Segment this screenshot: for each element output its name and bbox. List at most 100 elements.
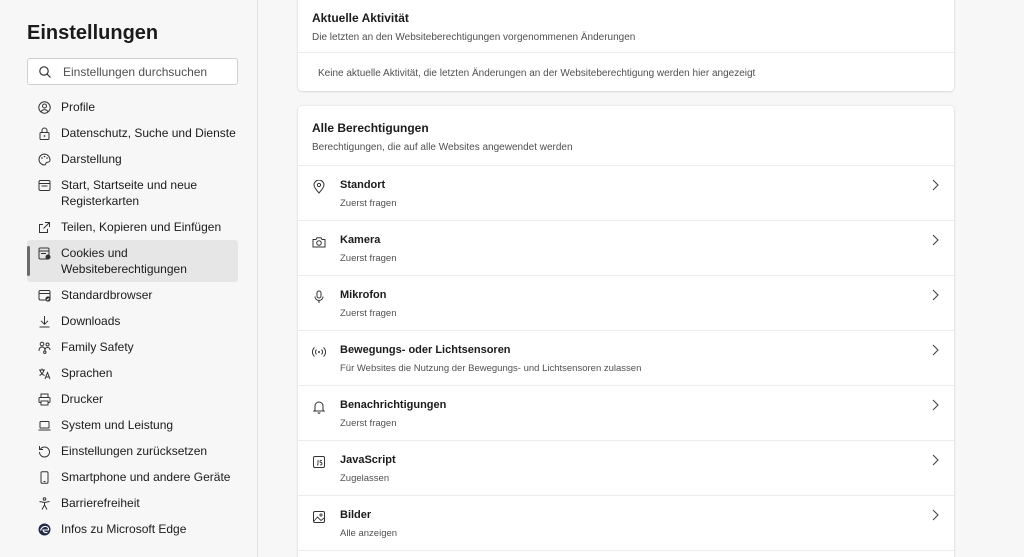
startpage-icon [37,178,51,192]
search-icon [38,65,52,79]
sidebar-item-label: Sprachen [61,366,113,380]
chevron-right-icon [930,343,940,357]
all-permissions-card: Alle Berechtigungen Berechtigungen, die … [298,106,954,557]
sidebar-item-downloads[interactable]: Downloads [27,308,238,334]
sidebar-item-label: Family Safety [61,340,134,354]
sidebar: Einstellungen Profile Datenschutz, Suche… [0,0,258,557]
recent-activity-title: Aktuelle Aktivität [312,11,409,25]
sidebar-item-profile[interactable]: Profile [27,94,238,120]
permission-status: Zuerst fragen [340,308,397,319]
recent-activity-subtitle: Die letzten an den Websiteberechtigungen… [312,32,636,43]
main-content: Aktuelle Aktivität Die letzten an den We… [258,0,1024,557]
sidebar-item-about-edge[interactable]: Infos zu Microsoft Edge [27,516,238,542]
permission-status: Zuerst fragen [340,253,397,264]
chevron-right-icon [930,233,940,247]
sidebar-title: Einstellungen [27,22,159,44]
lock-icon [37,126,51,140]
permission-status: Alle anzeigen [340,528,398,539]
permission-title: Bewegungs- oder Lichtsensoren [340,344,511,356]
chevron-right-icon [930,398,940,412]
cookies-icon [37,246,51,260]
sidebar-item-label: Start, Startseite und neue Registerkarte… [61,178,198,208]
edge-icon [37,522,51,536]
permission-row-javascript[interactable]: JavaScript Zugelassen [298,441,954,496]
all-permissions-header: Alle Berechtigungen Berechtigungen, die … [298,106,954,154]
permission-status: Für Websites die Nutzung der Bewegungs- … [340,363,642,374]
search-input[interactable] [63,64,233,79]
sidebar-item-label: Profile [61,100,96,114]
permission-title: Standort [340,179,386,191]
printer-icon [37,392,51,406]
permission-row-microphone[interactable]: Mikrofon Zuerst fragen [298,276,954,331]
permission-title: JavaScript [340,454,396,466]
sidebar-item-phone[interactable]: Smartphone und andere Geräte [27,464,238,490]
sidebar-item-family-safety[interactable]: Family Safety [27,334,238,360]
sidebar-item-appearance[interactable]: Darstellung [27,146,238,172]
sidebar-item-label: Datenschutz, Suche und Dienste [61,126,236,140]
chevron-right-icon [930,508,940,522]
sidebar-item-label: Einstellungen zurücksetzen [61,444,208,458]
sidebar-item-label: Drucker [61,392,104,406]
palette-icon [37,152,51,166]
sidebar-item-label: Infos zu Microsoft Edge [61,522,187,536]
sidebar-item-label: Cookies und Websiteberechtigungen [61,246,187,276]
microphone-icon [312,290,326,304]
sensor-icon [312,345,326,359]
download-icon [37,314,51,328]
sidebar-item-label: Barrierefreiheit [61,496,140,510]
share-icon [37,220,51,234]
reset-icon [37,444,51,458]
permission-title: Benachrichtigungen [340,399,447,411]
sidebar-item-privacy[interactable]: Datenschutz, Suche und Dienste [27,120,238,146]
recent-activity-empty-text: Keine aktuelle Aktivität, die letzten Än… [298,52,954,79]
permission-status: Zuerst fragen [340,418,397,429]
phone-icon [37,470,51,484]
all-permissions-subtitle: Berechtigungen, die auf alle Websites an… [312,142,573,153]
javascript-icon [312,455,326,469]
sidebar-item-printers[interactable]: Drucker [27,386,238,412]
default-browser-icon [37,288,51,302]
sidebar-item-languages[interactable]: Sprachen [27,360,238,386]
permission-row-notifications[interactable]: Benachrichtigungen Zuerst fragen [298,386,954,441]
permission-title: Kamera [340,234,381,246]
family-icon [37,340,51,354]
all-permissions-title: Alle Berechtigungen [312,121,429,135]
sidebar-item-start[interactable]: Start, Startseite und neue Registerkarte… [27,172,238,214]
sidebar-item-label: Darstellung [61,152,122,166]
sidebar-item-default-browser[interactable]: Standardbrowser [27,282,238,308]
permission-status: Zuerst fragen [340,198,397,209]
chevron-right-icon [930,178,940,192]
image-icon [312,510,326,524]
chevron-right-icon [930,453,940,467]
location-icon [312,180,326,194]
recent-activity-card: Aktuelle Aktivität Die letzten an den We… [298,0,954,91]
recent-activity-header: Aktuelle Aktivität Die letzten an den We… [298,0,954,44]
sidebar-item-label: System und Leistung [61,418,174,432]
sidebar-item-label: Smartphone und andere Geräte [61,470,231,484]
permission-title: Bilder [340,509,372,521]
sidebar-item-cookies[interactable]: Cookies und Websiteberechtigungen [27,240,238,282]
sidebar-item-label: Teilen, Kopieren und Einfügen [61,220,222,234]
bell-icon [312,400,326,414]
sidebar-item-system[interactable]: System und Leistung [27,412,238,438]
chevron-right-icon [930,288,940,302]
settings-window: Einstellungen Profile Datenschutz, Suche… [0,0,1024,557]
laptop-icon [37,418,51,432]
permission-row-camera[interactable]: Kamera Zuerst fragen [298,221,954,276]
search-box[interactable] [27,58,238,85]
sidebar-item-accessibility[interactable]: Barrierefreiheit [27,490,238,516]
permission-row-sensors[interactable]: Bewegungs- oder Lichtsensoren Für Websit… [298,331,954,386]
sidebar-item-label: Downloads [61,314,121,328]
sidebar-item-share[interactable]: Teilen, Kopieren und Einfügen [27,214,238,240]
permission-status: Zugelassen [340,473,390,484]
permission-row-location[interactable]: Standort Zuerst fragen [298,166,954,221]
permission-row-images[interactable]: Bilder Alle anzeigen [298,496,954,551]
profile-icon [37,100,51,114]
language-icon [37,366,51,380]
sidebar-nav: Profile Datenschutz, Suche und Dienste D… [27,94,238,542]
permission-title: Mikrofon [340,289,387,301]
camera-icon [312,235,326,249]
sidebar-item-reset[interactable]: Einstellungen zurücksetzen [27,438,238,464]
accessibility-icon [37,496,51,510]
sidebar-item-label: Standardbrowser [61,288,153,302]
